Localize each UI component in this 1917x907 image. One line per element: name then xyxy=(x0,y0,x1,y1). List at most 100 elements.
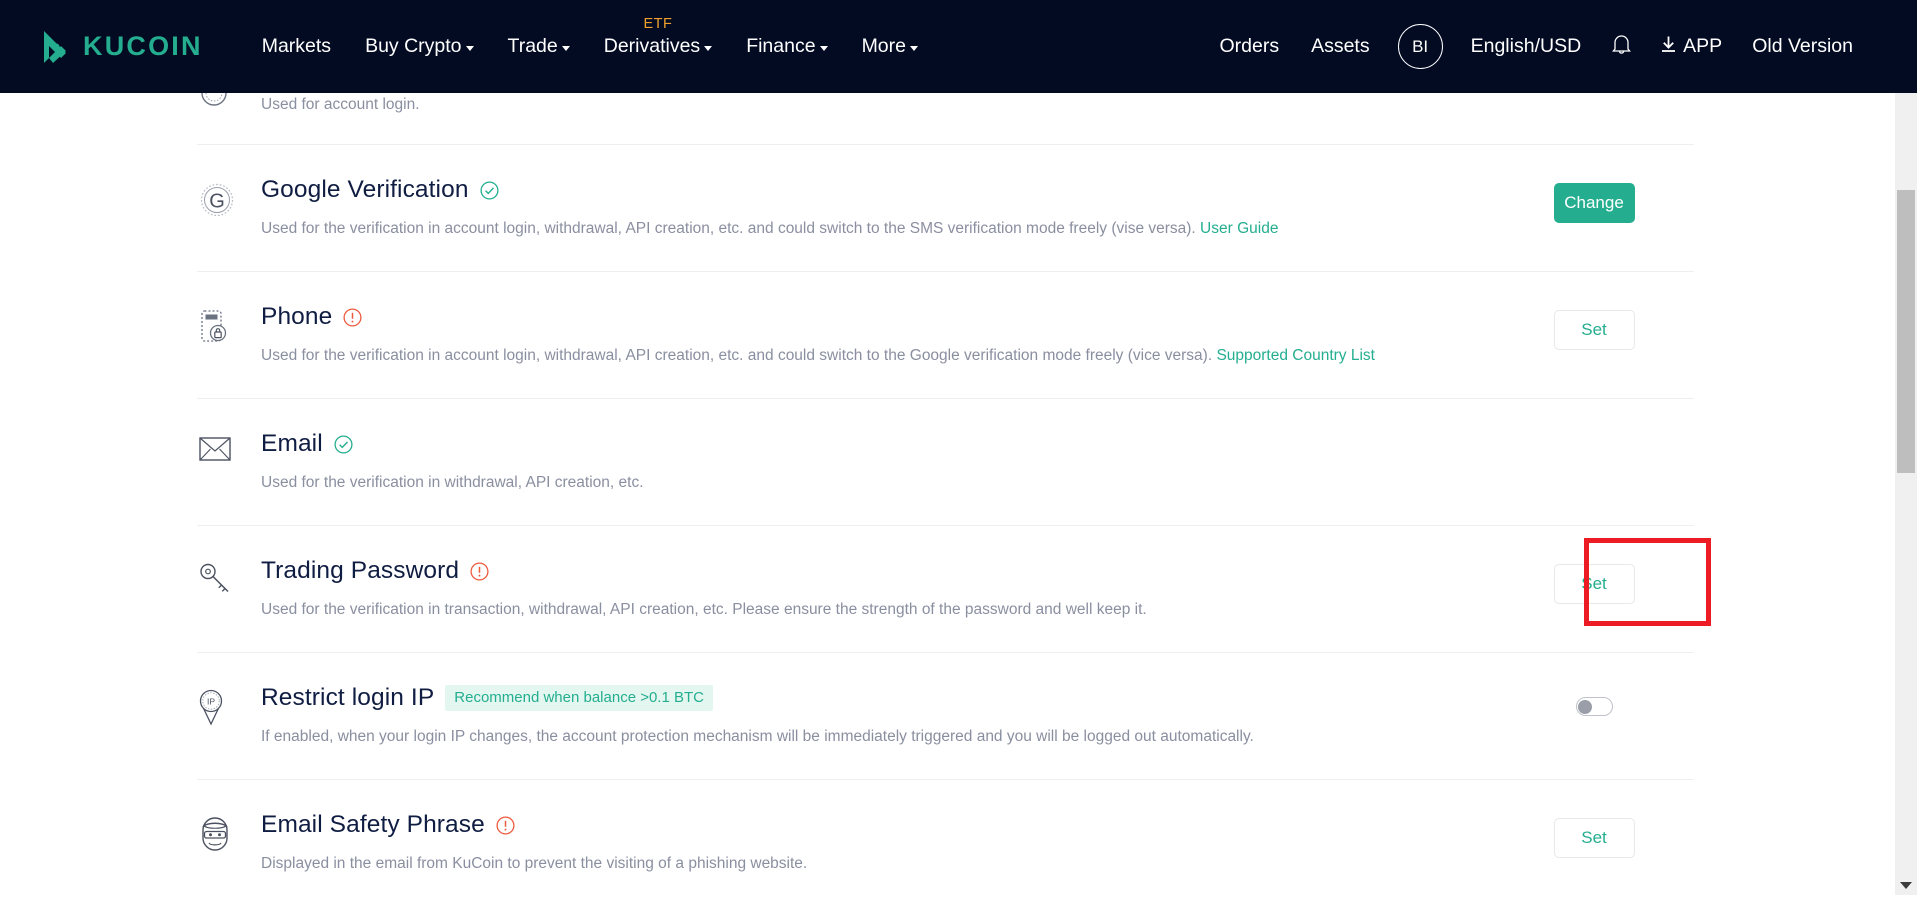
security-row-description: Used for the verification in account log… xyxy=(261,345,1494,367)
nav-item-more[interactable]: More xyxy=(845,0,935,93)
warning-exclamation-icon xyxy=(496,816,515,835)
security-settings-list: Used for account login. G Google Verific… xyxy=(197,63,1711,907)
notifications-button[interactable] xyxy=(1597,33,1646,61)
secondary-nav: Orders Assets BI English/USD APP Old Ver… xyxy=(1203,0,1869,93)
recommend-badge: Recommend when balance >0.1 BTC xyxy=(445,685,713,712)
security-row-login-password: Used for account login. xyxy=(197,63,1694,146)
etf-badge: ETF xyxy=(643,16,673,32)
scrollbar-top-cap xyxy=(1895,0,1917,93)
avatar[interactable]: BI xyxy=(1397,24,1443,69)
security-row-action: Set xyxy=(1494,302,1694,351)
nav-item-orders-label: Orders xyxy=(1219,35,1280,57)
chevron-down-icon[interactable] xyxy=(1900,882,1912,889)
security-row-phone: Phone Used for the verification in accou… xyxy=(197,272,1694,400)
lock-circle-icon xyxy=(197,93,261,113)
verified-check-icon xyxy=(480,181,499,200)
set-button[interactable]: Set xyxy=(1553,310,1635,351)
security-row-header: Restrict login IP Recommend when balance… xyxy=(261,684,1494,712)
kucoin-logo-text: KUCOIN xyxy=(83,31,203,61)
security-row-title: Email xyxy=(261,430,323,458)
security-row-email: Email Used for the verification in withd… xyxy=(197,399,1694,527)
verified-check-icon xyxy=(334,435,353,454)
security-row-action: Set xyxy=(1494,810,1694,859)
nav-item-buy-crypto[interactable]: Buy Crypto xyxy=(348,0,490,93)
ip-pin-icon: IP xyxy=(197,683,261,729)
nav-item-markets[interactable]: Markets xyxy=(245,0,348,93)
security-row-title: Trading Password xyxy=(261,557,460,585)
kucoin-logo[interactable]: KUCOIN xyxy=(36,27,203,67)
vertical-scrollbar[interactable] xyxy=(1895,0,1917,895)
security-row-body: Used for account login. xyxy=(261,93,1494,116)
restrict-login-ip-toggle[interactable] xyxy=(1575,697,1613,717)
warning-exclamation-icon xyxy=(343,308,362,327)
security-row-body: Trading Password Used for the verificati… xyxy=(261,556,1494,621)
nav-item-derivatives[interactable]: ETF Derivatives xyxy=(587,0,729,93)
user-guide-link[interactable]: User Guide xyxy=(1200,220,1278,237)
old-version-label: Old Version xyxy=(1752,35,1853,57)
old-version-link[interactable]: Old Version xyxy=(1736,0,1869,93)
security-row-description: Used for the verification in account log… xyxy=(261,218,1494,240)
chevron-down-icon xyxy=(465,45,474,51)
nav-item-markets-label: Markets xyxy=(261,35,332,57)
primary-nav: Markets Buy Crypto Trade ETF Derivatives… xyxy=(245,0,935,93)
chevron-down-icon xyxy=(561,45,570,51)
security-row-description: If enabled, when your login IP changes, … xyxy=(261,728,1254,746)
security-row-description: Used for the verification in withdrawal,… xyxy=(261,474,644,492)
security-row-body: Email Used for the verification in withd… xyxy=(261,429,1494,494)
security-settings-page: Used for account login. G Google Verific… xyxy=(0,63,1895,895)
security-row-description-text: Used for the verification in account log… xyxy=(261,220,1201,238)
nav-item-finance[interactable]: Finance xyxy=(729,0,844,93)
change-button[interactable]: Change xyxy=(1553,183,1635,224)
envelope-icon xyxy=(197,429,261,465)
key-icon xyxy=(197,556,261,600)
warning-exclamation-icon xyxy=(470,562,489,581)
nav-item-assets-label: Assets xyxy=(1311,35,1370,57)
security-row-action: Set xyxy=(1494,556,1694,605)
app-download-link[interactable]: APP xyxy=(1646,35,1736,59)
security-row-title: Email Safety Phrase xyxy=(261,811,485,839)
download-icon xyxy=(1660,35,1677,59)
nav-item-trade-label: Trade xyxy=(507,35,558,57)
avatar-initials: BI xyxy=(1412,36,1429,56)
nav-item-assets[interactable]: Assets xyxy=(1295,0,1386,93)
scrollbar-thumb[interactable] xyxy=(1897,190,1915,473)
security-row-description: Displayed in the email from KuCoin to pr… xyxy=(261,855,808,873)
google-g-icon: G xyxy=(197,175,261,221)
set-button[interactable]: Set xyxy=(1553,818,1635,859)
security-row-header: Email xyxy=(261,430,1494,458)
masked-face-icon xyxy=(197,810,261,858)
phone-lock-icon xyxy=(197,302,261,348)
security-row-header: Phone xyxy=(261,303,1494,331)
toggle-knob xyxy=(1578,699,1592,714)
security-row-body: Google Verification Used for the verific… xyxy=(261,175,1494,240)
security-row-description-text: Used for the verification in account log… xyxy=(261,347,1217,365)
nav-item-buy-crypto-label: Buy Crypto xyxy=(365,35,462,57)
language-currency-label: English/USD xyxy=(1470,35,1582,57)
security-row-google-verification: G Google Verification Used for the verif… xyxy=(197,145,1694,273)
set-trading-password-button[interactable]: Set xyxy=(1553,564,1635,605)
security-row-trading-password: Trading Password Used for the verificati… xyxy=(197,526,1711,654)
nav-item-more-label: More xyxy=(861,35,906,57)
nav-item-trade[interactable]: Trade xyxy=(491,0,587,93)
language-currency-selector[interactable]: English/USD xyxy=(1455,0,1598,93)
security-row-restrict-login-ip: IP Restrict login IP Recommend when bala… xyxy=(197,653,1694,781)
security-row-title: Phone xyxy=(261,303,333,331)
security-row-title: Google Verification xyxy=(261,176,469,204)
chevron-down-icon xyxy=(910,45,918,51)
security-row-title: Restrict login IP xyxy=(261,684,435,712)
security-row-header: Trading Password xyxy=(261,557,1494,585)
chevron-down-icon xyxy=(819,45,828,51)
security-row-email-safety-phrase: Email Safety Phrase Displayed in the ema… xyxy=(197,780,1694,907)
security-row-action xyxy=(1494,683,1694,717)
chevron-down-icon xyxy=(704,45,713,51)
nav-item-orders[interactable]: Orders xyxy=(1203,0,1295,93)
app-label: APP xyxy=(1683,35,1723,57)
svg-text:IP: IP xyxy=(207,697,215,707)
top-navigation-bar: KUCOIN Markets Buy Crypto Trade ETF Deri… xyxy=(0,0,1895,93)
security-row-description: Used for the verification in transaction… xyxy=(261,601,1147,619)
security-row-action xyxy=(1494,429,1694,437)
security-row-body: Phone Used for the verification in accou… xyxy=(261,302,1494,367)
supported-country-list-link[interactable]: Supported Country List xyxy=(1216,347,1375,364)
security-row-action: Change xyxy=(1494,175,1694,224)
bell-icon xyxy=(1611,33,1632,61)
